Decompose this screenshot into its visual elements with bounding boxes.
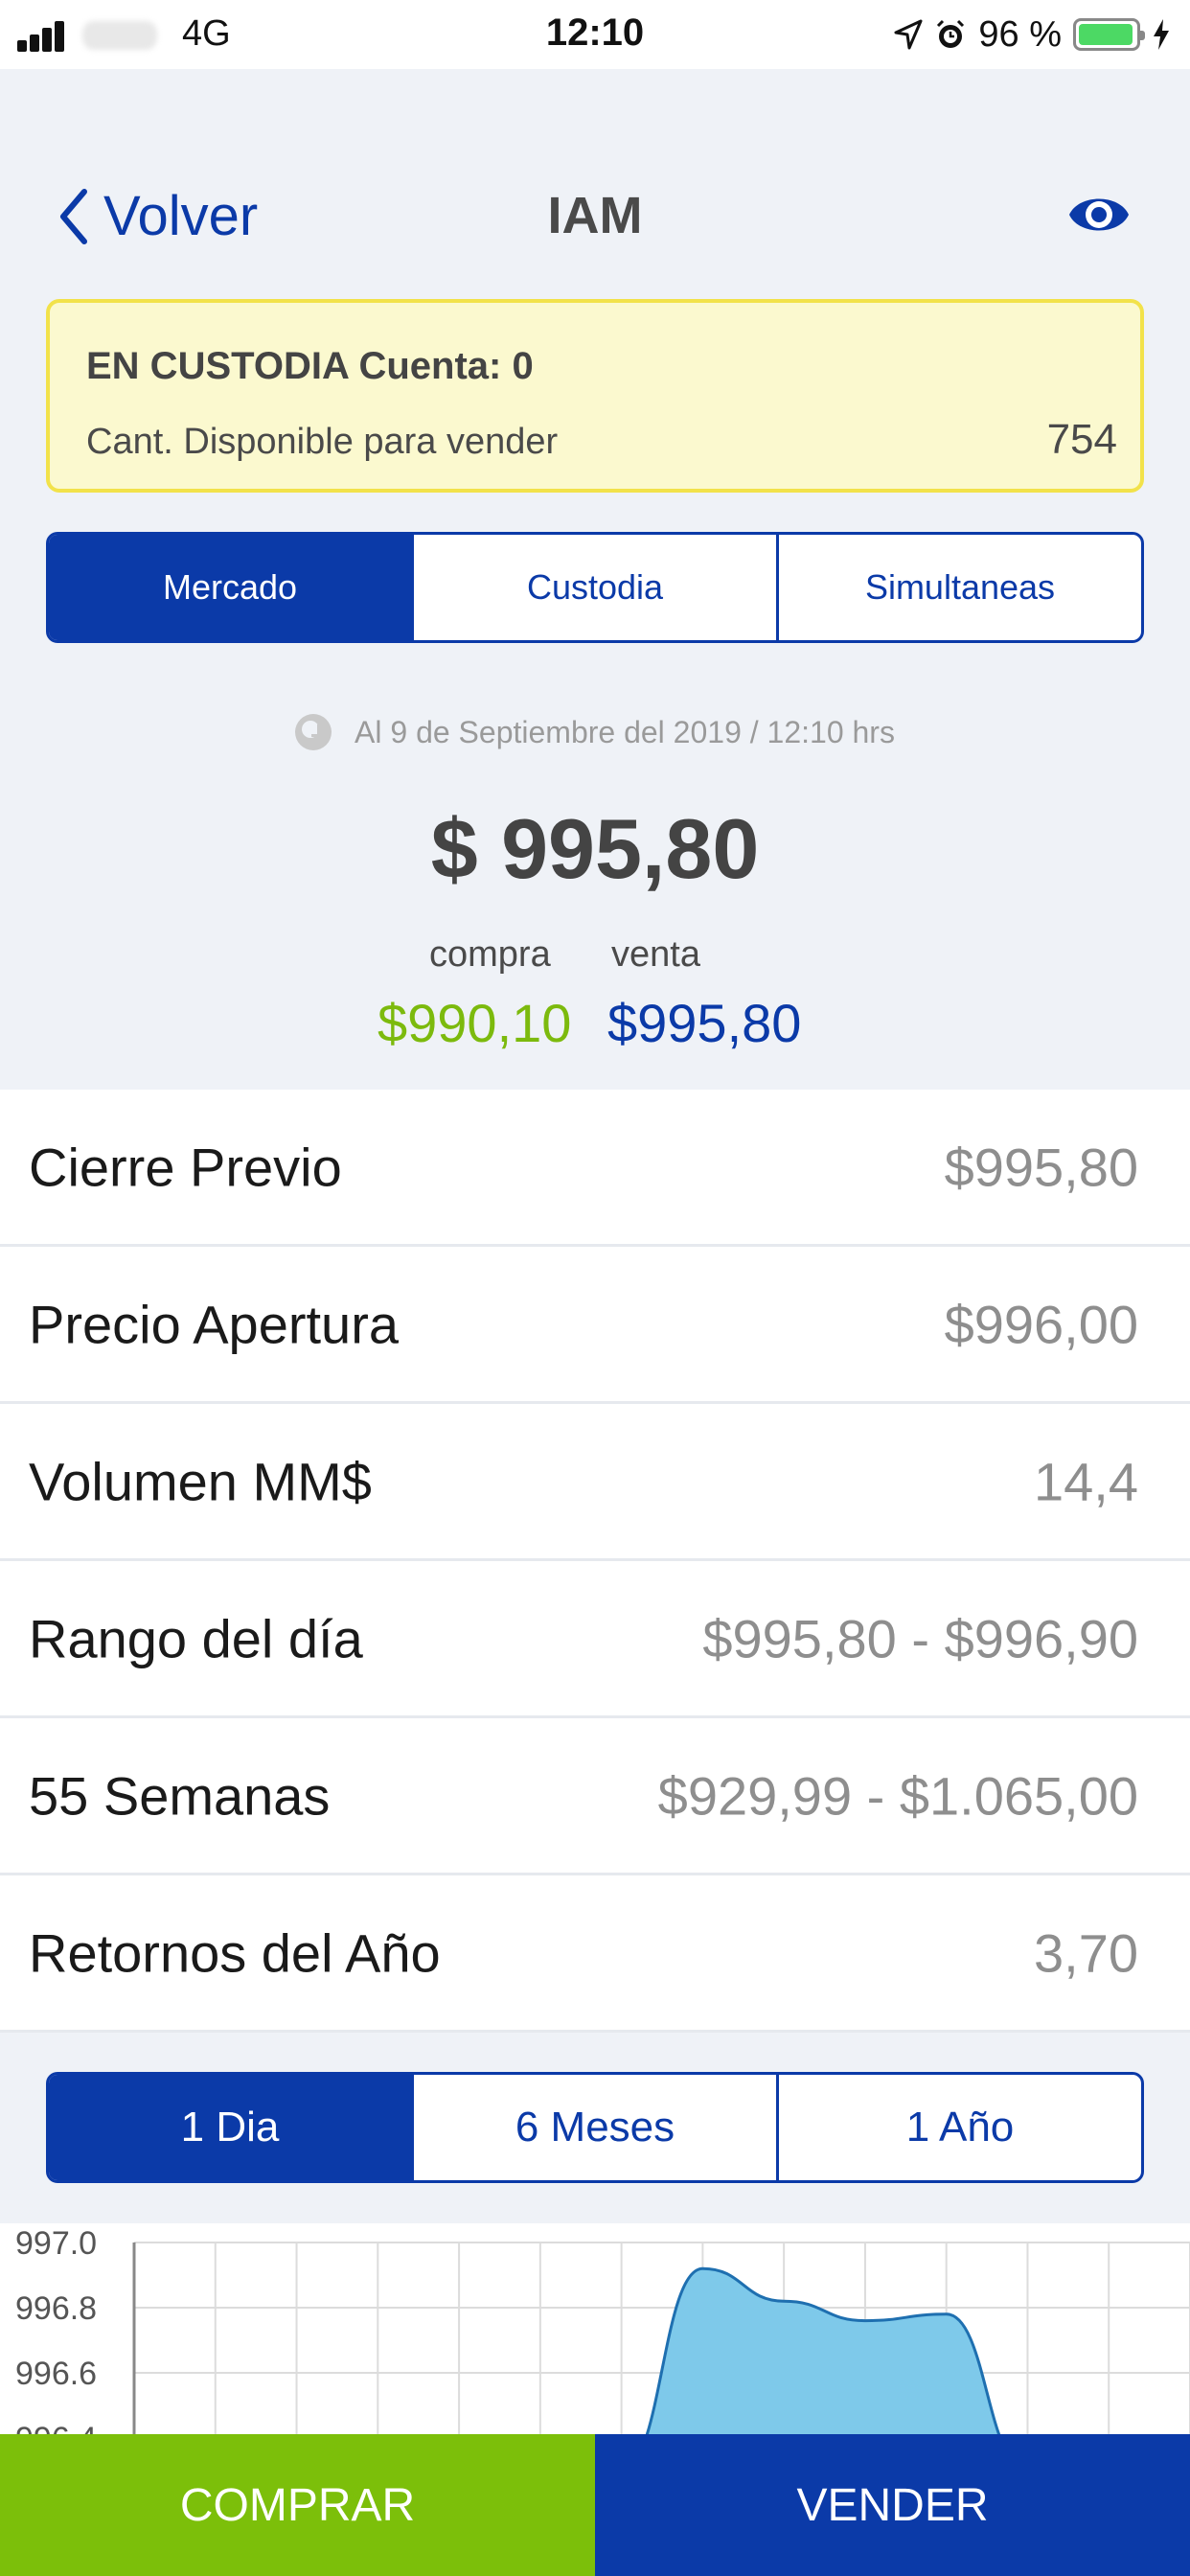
- tab-custodia[interactable]: Custodia: [411, 535, 776, 640]
- ask-value: $995,80: [607, 993, 802, 1053]
- stat-row: Precio Apertura $996,00: [0, 1247, 1190, 1404]
- stat-row: Retornos del Año 3,70: [0, 1875, 1190, 2033]
- tab-mercado[interactable]: Mercado: [49, 535, 411, 640]
- stat-value: 14,4: [1034, 1451, 1138, 1511]
- sell-button[interactable]: VENDER: [595, 2434, 1190, 2576]
- tab-6-meses[interactable]: 6 Meses: [411, 2075, 776, 2180]
- stat-label: Volumen MM$: [29, 1451, 372, 1511]
- nav-bar: Volver IAM: [0, 69, 1190, 299]
- y-tick-label: 997.0: [15, 2225, 97, 2262]
- stat-row: 55 Semanas $929,99 - $1.065,00: [0, 1718, 1190, 1875]
- tab-1-dia[interactable]: 1 Dia: [49, 2075, 411, 2180]
- alarm-icon: [937, 19, 965, 48]
- stat-label: Cierre Previo: [29, 1137, 342, 1197]
- status-right-group: 96 %: [894, 13, 1171, 56]
- tab-1-ano[interactable]: 1 Año: [776, 2075, 1141, 2180]
- stat-value: $995,80: [944, 1137, 1138, 1197]
- y-tick-label: 996.8: [15, 2290, 97, 2327]
- quote-timestamp: Al 9 de Septiembre del 2019 / 12:10 hrs: [0, 714, 1190, 750]
- custody-card: EN CUSTODIA Cuenta: 0 Cant. Disponible p…: [46, 299, 1144, 493]
- stat-label: Retornos del Año: [29, 1922, 441, 1983]
- bid-value: $990,10: [378, 993, 572, 1053]
- current-price: $ 995,80: [430, 801, 760, 896]
- timestamp-text: Al 9 de Septiembre del 2019 / 12:10 hrs: [355, 714, 895, 749]
- stats-list: Cierre Previo $995,80 Precio Apertura $9…: [0, 1090, 1190, 2033]
- stat-label: Rango del día: [29, 1608, 363, 1668]
- stat-value: $995,80 - $996,90: [702, 1608, 1138, 1668]
- stat-value: 3,70: [1034, 1922, 1138, 1983]
- buy-button[interactable]: COMPRAR: [0, 2434, 595, 2576]
- y-tick-label: 996.4: [15, 2421, 97, 2434]
- clock-icon: [295, 714, 332, 750]
- status-bar: 4G 12:10 96 %: [0, 0, 1190, 69]
- location-icon: [894, 19, 923, 50]
- battery-icon: [1073, 18, 1145, 51]
- action-bar: COMPRAR VENDER: [0, 2434, 1190, 2576]
- y-tick-label: 996.6: [15, 2356, 97, 2392]
- stat-label: Precio Apertura: [29, 1294, 399, 1354]
- page-title: IAM: [547, 187, 643, 244]
- view-tabs: Mercado Custodia Simultaneas: [46, 532, 1144, 643]
- stat-row: Volumen MM$ 14,4: [0, 1404, 1190, 1561]
- stat-row: Cierre Previo $995,80: [0, 1090, 1190, 1247]
- range-tabs: 1 Dia 6 Meses 1 Año: [46, 2072, 1144, 2183]
- stat-value: $996,00: [944, 1294, 1138, 1354]
- battery-percent: 96 %: [978, 13, 1062, 55]
- price-chart-svg: 997.0 996.8 996.6 996.4: [15, 2225, 1190, 2434]
- custody-title: EN CUSTODIA Cuenta: 0: [86, 345, 534, 387]
- tab-simultaneas[interactable]: Simultaneas: [776, 535, 1141, 640]
- charging-icon: [1154, 19, 1169, 50]
- bid-label: compra: [429, 934, 551, 975]
- available-label: Cant. Disponible para vender: [86, 422, 559, 462]
- eye-icon[interactable]: [1065, 184, 1133, 245]
- price-chart[interactable]: 997.0 996.8 996.6 996.4: [0, 2223, 1190, 2434]
- stat-label: 55 Semanas: [29, 1765, 331, 1826]
- ask-label: venta: [611, 934, 700, 975]
- available-value: 754: [1046, 416, 1117, 463]
- stat-row: Rango del día $995,80 - $996,90: [0, 1561, 1190, 1718]
- stat-value: $929,99 - $1.065,00: [657, 1765, 1138, 1826]
